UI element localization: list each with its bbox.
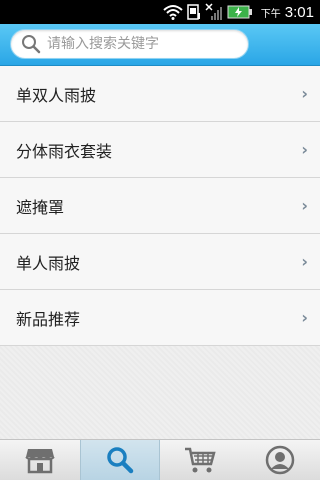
cart-icon bbox=[185, 447, 216, 473]
status-bar: 下午 3:01 bbox=[0, 0, 320, 24]
magnifier-icon bbox=[22, 35, 41, 54]
list-item-label: 单双人雨披 bbox=[16, 85, 97, 105]
search-icon bbox=[107, 447, 134, 474]
list-item[interactable]: 单人雨披 › bbox=[0, 234, 320, 290]
list-item-label: 新品推荐 bbox=[16, 309, 81, 329]
list-item[interactable]: 分体雨衣套装 › bbox=[0, 122, 320, 178]
search-input[interactable] bbox=[47, 32, 237, 56]
list-item-label: 分体雨衣套装 bbox=[16, 141, 113, 161]
chevron-right-icon: › bbox=[301, 140, 308, 159]
battery-charging-icon bbox=[227, 5, 253, 19]
list-item-label: 单人雨披 bbox=[16, 253, 81, 273]
tab-account[interactable] bbox=[240, 440, 320, 480]
bottom-tab-bar bbox=[0, 439, 320, 480]
chevron-right-icon: › bbox=[301, 196, 308, 215]
no-signal-icon bbox=[205, 3, 223, 21]
tab-store[interactable] bbox=[0, 440, 80, 480]
search-box[interactable] bbox=[10, 29, 249, 59]
list-item[interactable]: 遮掩罩 › bbox=[0, 178, 320, 234]
list-item[interactable]: 单双人雨披 › bbox=[0, 66, 320, 122]
sim-icon bbox=[187, 4, 201, 20]
empty-area bbox=[0, 346, 320, 439]
store-icon bbox=[25, 449, 55, 474]
category-list: 单双人雨披 › 分体雨衣套装 › 遮掩罩 › 单人雨披 › 新品推荐 › bbox=[0, 66, 320, 346]
tab-search[interactable] bbox=[80, 440, 160, 480]
clock: 3:01 bbox=[284, 3, 314, 21]
search-header bbox=[0, 24, 320, 66]
list-item[interactable]: 新品推荐 › bbox=[0, 290, 320, 346]
chevron-right-icon: › bbox=[301, 252, 308, 271]
tab-cart[interactable] bbox=[160, 440, 240, 480]
user-icon bbox=[265, 445, 295, 475]
time-suffix: 下午 bbox=[260, 8, 281, 20]
chevron-right-icon: › bbox=[301, 84, 308, 103]
list-item-label: 遮掩罩 bbox=[16, 197, 65, 217]
chevron-right-icon: › bbox=[301, 308, 308, 327]
wifi-icon bbox=[163, 4, 183, 20]
